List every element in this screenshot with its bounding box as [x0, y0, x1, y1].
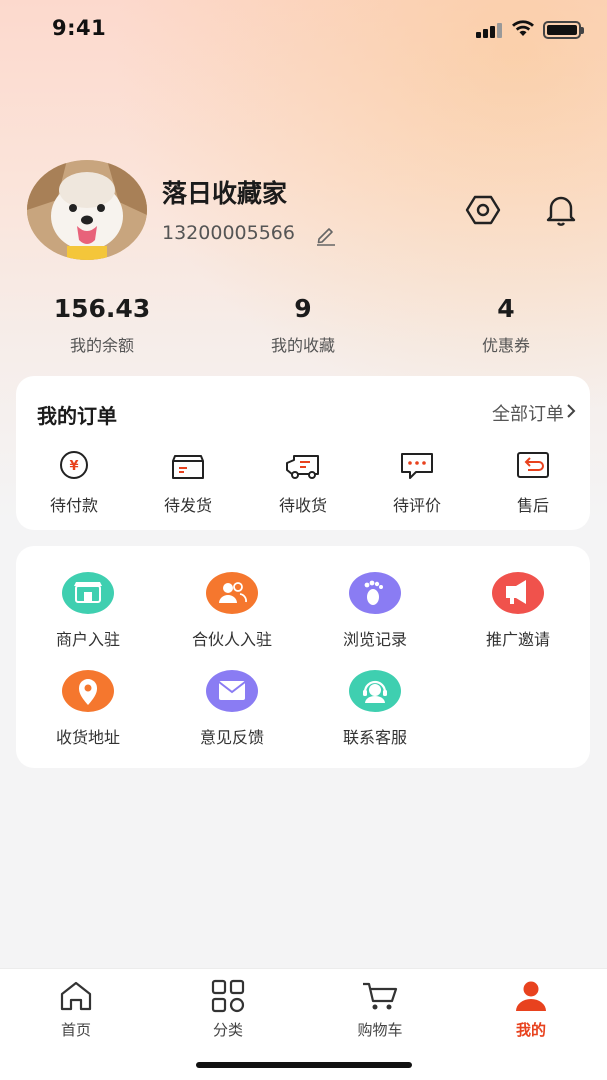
signal-icon — [476, 22, 502, 38]
service-partner-join[interactable]: 合伙人入驻 — [162, 572, 302, 650]
order-pending-review[interactable]: 待评价 — [367, 448, 467, 516]
stat-label: 我的余额 — [69, 336, 134, 355]
service-label: 收货地址 — [55, 728, 120, 747]
megaphone-icon — [492, 572, 544, 614]
orders-title: 我的订单 — [37, 404, 117, 428]
tab-cart[interactable]: 购物车 — [320, 979, 440, 1040]
service-label: 商户入驻 — [55, 630, 120, 649]
order-label: 售后 — [516, 496, 549, 515]
order-pending-payment[interactable]: ¥ 待付款 — [24, 448, 124, 516]
package-box-icon — [172, 455, 204, 479]
settings-icon[interactable] — [465, 192, 501, 228]
order-pending-shipment[interactable]: 待发货 — [138, 448, 238, 516]
service-label: 意见反馈 — [199, 728, 264, 747]
stat-balance[interactable]: 156.43 我的余额 — [22, 292, 182, 356]
home-indicator — [196, 1062, 412, 1068]
store-icon — [62, 572, 114, 614]
stat-coupons[interactable]: 4 优惠券 — [426, 292, 586, 356]
service-label: 推广邀请 — [485, 630, 550, 649]
service-shipping-address[interactable]: 收货地址 — [18, 670, 158, 748]
delivery-truck-icon — [286, 455, 319, 479]
tab-mine[interactable]: 我的 — [471, 979, 591, 1040]
service-label: 联系客服 — [342, 728, 407, 747]
grid-icon — [211, 979, 245, 1013]
service-feedback[interactable]: 意见反馈 — [162, 670, 302, 748]
partners-icon — [206, 572, 258, 614]
home-icon — [60, 981, 92, 1011]
yuan-coin-icon: ¥ — [60, 451, 88, 479]
services-card: 商户入驻 合伙人入驻 浏览记录 推广邀请 收货地址 意见反馈 联系客服 — [16, 546, 590, 768]
edit-icon[interactable] — [315, 224, 337, 246]
order-label: 待收货 — [278, 496, 327, 515]
tab-category[interactable]: 分类 — [168, 979, 288, 1040]
username: 落日收藏家 — [162, 179, 288, 208]
tab-label: 分类 — [212, 1021, 243, 1039]
service-promotion-invite[interactable]: 推广邀请 — [448, 572, 588, 650]
footprint-icon — [349, 572, 401, 614]
status-time: 9:41 — [52, 16, 107, 40]
stat-label: 优惠券 — [481, 336, 530, 355]
service-customer-support[interactable]: 联系客服 — [305, 670, 445, 748]
tab-label: 首页 — [60, 1021, 91, 1039]
tab-home[interactable]: 首页 — [16, 979, 136, 1040]
service-label: 合伙人入驻 — [191, 630, 272, 649]
notification-bell-icon[interactable] — [543, 192, 579, 228]
order-pending-receipt[interactable]: 待收货 — [253, 448, 353, 516]
service-merchant-join[interactable]: 商户入驻 — [18, 572, 158, 650]
battery-icon — [543, 21, 584, 39]
chevron-right-icon[interactable] — [564, 402, 578, 420]
order-label: 待评价 — [392, 496, 441, 515]
stat-label: 我的收藏 — [270, 336, 335, 355]
phone-number: 13200005566 — [162, 222, 295, 244]
wifi-icon — [512, 20, 534, 36]
status-bar: 9:41 — [0, 0, 607, 60]
user-icon — [516, 981, 546, 1011]
svg-text:¥: ¥ — [69, 459, 78, 474]
stat-favorites[interactable]: 9 我的收藏 — [223, 292, 383, 356]
location-pin-icon — [62, 670, 114, 712]
service-label: 浏览记录 — [342, 630, 407, 649]
order-label: 待付款 — [49, 496, 98, 515]
all-orders-link[interactable]: 全部订单 — [492, 400, 564, 426]
order-label: 待发货 — [163, 496, 212, 515]
customer-service-icon — [349, 670, 401, 712]
mail-icon — [206, 670, 258, 712]
orders-card: 我的订单 全部订单 ¥ 待付款 待发货 待收货 待评价 售后 — [16, 376, 590, 530]
avatar[interactable] — [27, 160, 147, 260]
tab-label: 购物车 — [357, 1021, 403, 1039]
return-icon — [517, 452, 549, 478]
stat-value: 9 — [294, 294, 312, 323]
comment-icon — [401, 453, 433, 479]
stat-value: 4 — [497, 294, 515, 323]
service-browse-history[interactable]: 浏览记录 — [305, 572, 445, 650]
cart-icon — [363, 982, 398, 1010]
stat-value: 156.43 — [53, 294, 151, 323]
order-after-sales[interactable]: 售后 — [483, 448, 583, 516]
tab-label: 我的 — [515, 1021, 546, 1039]
